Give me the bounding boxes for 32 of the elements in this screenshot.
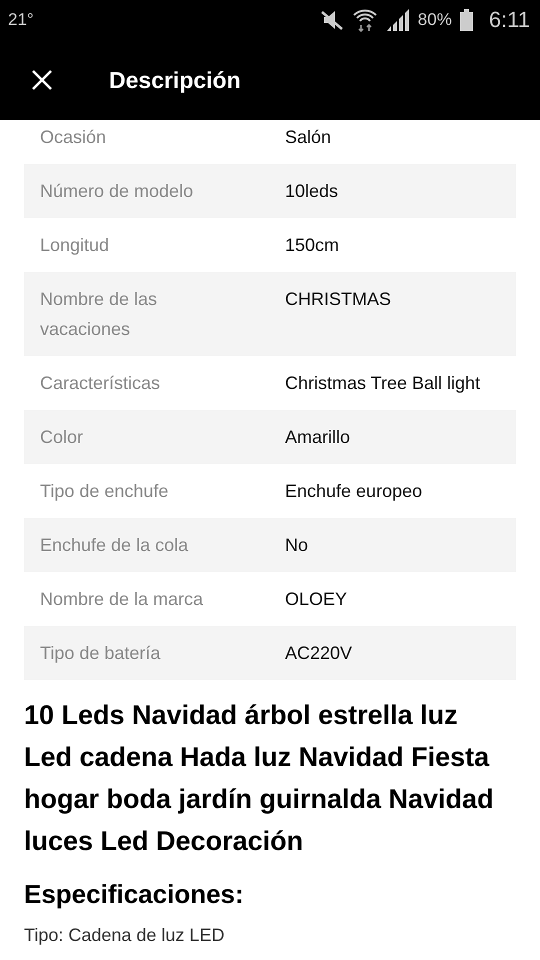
- battery-icon: [460, 9, 473, 31]
- spec-label: Características: [39, 372, 162, 395]
- spec-label: Ocasión: [39, 126, 108, 149]
- wifi-icon: [352, 7, 378, 33]
- temperature-text: 21°: [8, 10, 34, 30]
- battery-percent: 80%: [418, 10, 452, 30]
- clock-time: 6:11: [488, 7, 530, 33]
- spec-label: Color: [39, 426, 84, 449]
- spec-label: Tipo de enchufe: [39, 480, 170, 503]
- spec-value: Christmas Tree Ball light: [284, 372, 482, 395]
- spec-label: Nombre de la marca: [39, 588, 204, 611]
- spec-value: Amarillo: [284, 426, 352, 449]
- spec-label: Tipo de batería: [39, 642, 162, 665]
- spec-label: Nombre de las vacaciones: [39, 288, 158, 341]
- mute-icon: [320, 9, 344, 31]
- spec-value: No: [284, 534, 310, 557]
- signal-icon: [386, 9, 410, 31]
- spec-value: Enchufe europeo: [284, 480, 424, 503]
- spec-value: Salón: [284, 126, 332, 149]
- product-title: 10 Leds Navidad árbol estrella luz Led cadena Hada luz Navidad Fiesta hogar boda jardín guirnalda Navidad luces Led Decoración: [24, 699, 494, 858]
- spec-label: Enchufe de la cola: [39, 534, 190, 557]
- spec-label: Número de modelo: [39, 180, 194, 203]
- page-title: Descripción: [109, 66, 241, 94]
- spec-label: Longitud: [39, 234, 110, 257]
- spec-value: 10leds: [284, 180, 340, 203]
- spec-value: OLOEY: [284, 588, 348, 611]
- spec-value: 150cm: [284, 234, 340, 257]
- close-icon[interactable]: [31, 69, 53, 91]
- section-heading: Especificaciones:: [24, 878, 245, 910]
- spec-line: Tipo: Cadena de luz LED: [24, 924, 226, 946]
- spec-value: CHRISTMAS: [284, 288, 392, 311]
- spec-value: AC220V: [284, 642, 354, 665]
